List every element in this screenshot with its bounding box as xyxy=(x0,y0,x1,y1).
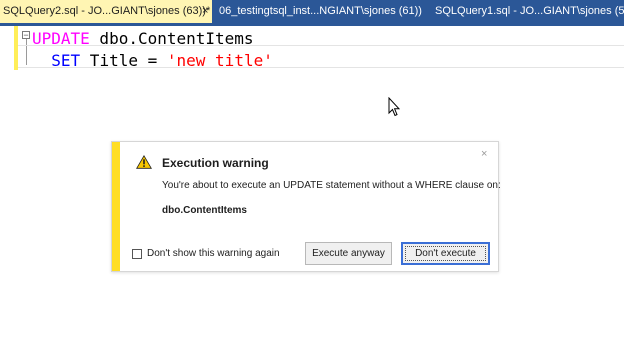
document-tab-bar: SQLQuery2.sql - JO...GIANT\sjones (63))*… xyxy=(0,0,624,26)
warning-icon xyxy=(136,155,152,169)
collapse-outline-icon[interactable]: − xyxy=(22,31,30,40)
dont-show-again-label: Don't show this warning again xyxy=(147,248,280,259)
keyword-update: UPDATE xyxy=(32,29,90,48)
target-object-name: dbo.ContentItems xyxy=(162,205,247,216)
equals-operator: = xyxy=(147,51,158,70)
dont-show-again-checkbox[interactable] xyxy=(132,248,142,259)
execution-warning-dialog: Execution warning × You're about to exec… xyxy=(111,141,501,272)
dont-execute-button[interactable]: Don't execute xyxy=(401,242,490,265)
tab-sqlquery2[interactable]: SQLQuery2.sql - JO...GIANT\sjones (63))*… xyxy=(0,0,212,23)
changed-lines-marker xyxy=(14,26,18,70)
tab-close-icon[interactable]: × xyxy=(202,0,208,23)
focus-rectangle xyxy=(405,246,486,261)
code-line-2: SET Title = 'new title' xyxy=(32,50,273,72)
keyword-set: SET xyxy=(51,51,81,70)
dialog-title: Execution warning xyxy=(162,156,269,170)
close-icon[interactable]: × xyxy=(481,148,487,160)
mouse-cursor-icon xyxy=(388,97,400,117)
warning-accent-bar xyxy=(112,142,120,271)
dont-show-again-option[interactable]: Don't show this warning again xyxy=(132,248,280,259)
tab-label: SQLQuery1.sql - JO...GIANT\sjones (58)) xyxy=(435,5,624,17)
string-literal: 'new title' xyxy=(157,51,273,70)
tab-label: SQLQuery2.sql - JO...GIANT\sjones (63))* xyxy=(3,5,211,17)
tab-sqlquery1[interactable]: SQLQuery1.sql - JO...GIANT\sjones (58)) xyxy=(432,0,624,23)
dialog-message: You're about to execute an UPDATE statem… xyxy=(162,180,501,191)
outline-guide xyxy=(26,39,27,65)
tab-label: 06_testingtsql_inst...NGIANT\sjones (61)… xyxy=(219,5,422,17)
tab-testingtsql[interactable]: 06_testingtsql_inst...NGIANT\sjones (61)… xyxy=(216,0,422,23)
execute-anyway-button[interactable]: Execute anyway xyxy=(305,242,392,265)
code-text[interactable]: UPDATE dbo.ContentItems SET Title = 'new… xyxy=(32,28,273,72)
code-line-1: UPDATE dbo.ContentItems xyxy=(32,28,273,50)
table-name: dbo.ContentItems xyxy=(89,29,254,48)
column-name: Title xyxy=(80,51,148,70)
